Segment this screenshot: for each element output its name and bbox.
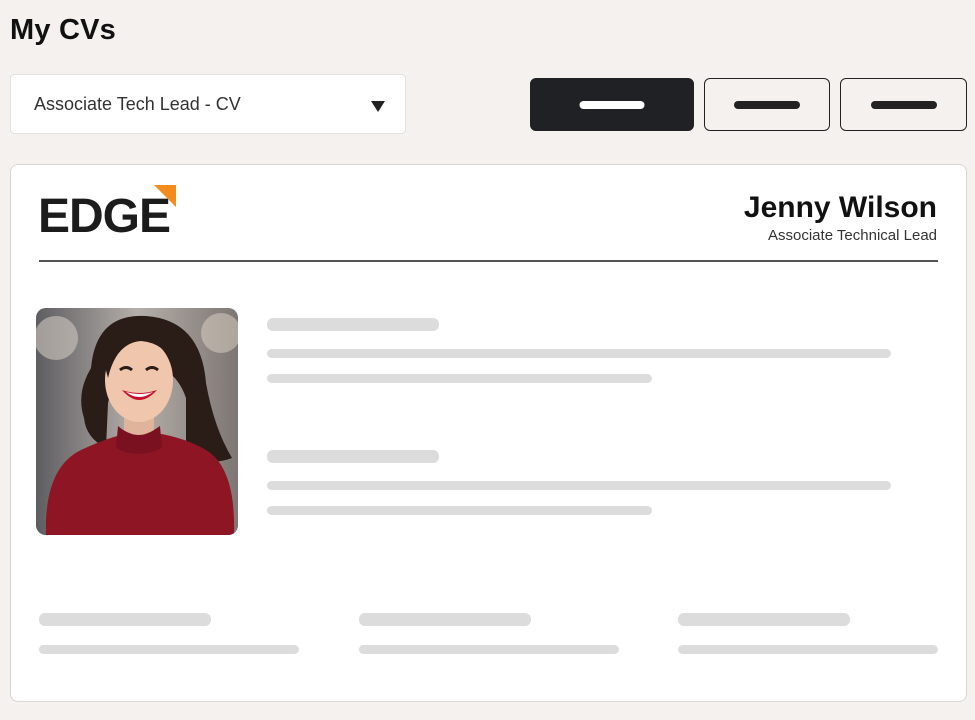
button-label-placeholder xyxy=(579,100,645,109)
logo-text: EDGE xyxy=(38,190,171,243)
placeholder-line xyxy=(267,506,652,515)
placeholder-heading xyxy=(678,613,850,626)
placeholder-heading xyxy=(39,613,211,626)
tertiary-action-button[interactable] xyxy=(840,78,967,131)
placeholder-line xyxy=(267,481,891,490)
placeholder-heading xyxy=(359,613,531,626)
person-role: Associate Technical Lead xyxy=(768,227,937,244)
button-label-placeholder xyxy=(870,100,937,109)
button-label-placeholder xyxy=(734,100,800,109)
chevron-down-icon xyxy=(371,101,385,112)
primary-action-button[interactable] xyxy=(530,78,694,131)
cv-select-value: Associate Tech Lead - CV xyxy=(34,94,241,114)
cv-preview-card: EDGE Jenny Wilson Associate Technical Le… xyxy=(10,164,967,702)
header-divider xyxy=(39,260,938,262)
placeholder-line xyxy=(678,645,938,654)
placeholder-line xyxy=(267,374,652,383)
placeholder-line xyxy=(39,645,299,654)
profile-photo xyxy=(36,308,238,535)
page-title: My CVs xyxy=(10,14,116,46)
profile-photo-illustration xyxy=(36,308,238,535)
company-logo: EDGE xyxy=(38,185,178,241)
placeholder-heading xyxy=(267,450,439,463)
placeholder-heading xyxy=(267,318,439,331)
placeholder-line xyxy=(267,349,891,358)
placeholder-line xyxy=(359,645,619,654)
secondary-action-button[interactable] xyxy=(704,78,830,131)
person-name: Jenny Wilson xyxy=(743,191,937,224)
cv-select-dropdown[interactable]: Associate Tech Lead - CV xyxy=(10,74,406,134)
logo-accent-icon xyxy=(154,185,176,207)
